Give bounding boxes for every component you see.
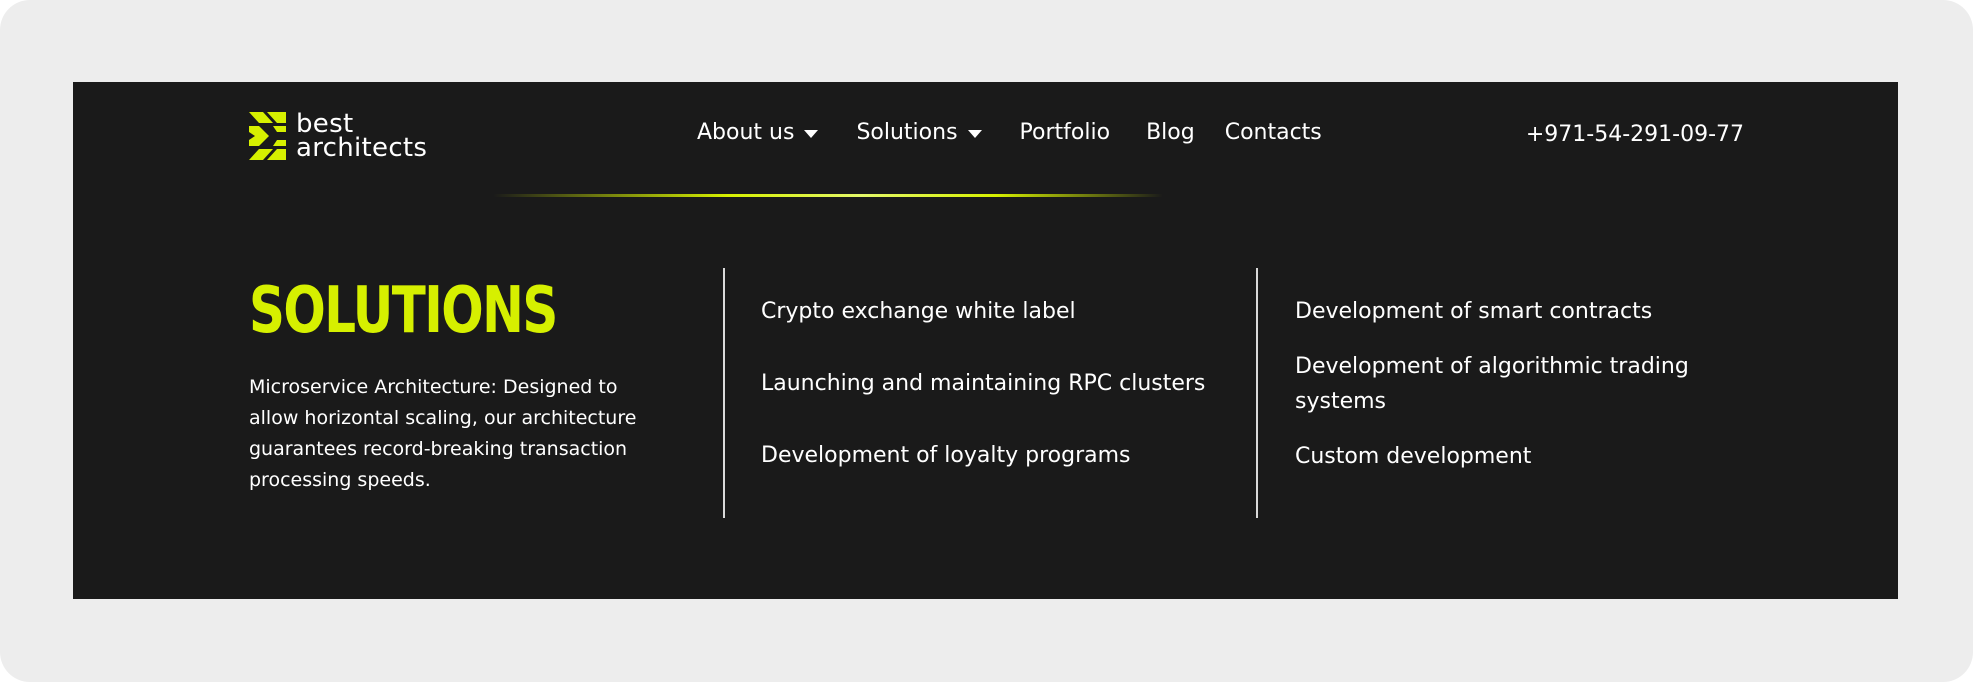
nav-contacts[interactable]: Contacts — [1225, 120, 1322, 145]
nav-blog[interactable]: Blog — [1146, 120, 1195, 145]
menu-link-crypto-exchange[interactable]: Crypto exchange white label — [761, 294, 1231, 329]
nav-portfolio[interactable]: Portfolio — [1020, 120, 1111, 145]
nav-about-us[interactable]: About us — [697, 120, 819, 145]
brand-logo[interactable]: best architects — [249, 111, 428, 163]
solutions-description: Microservice Architecture: Designed to a… — [249, 376, 637, 491]
phone-link[interactable]: +971-54-291-09-77 — [1526, 122, 1744, 147]
nav-contacts-label: Contacts — [1224, 120, 1322, 145]
solutions-column-1: Crypto exchange white label Launching an… — [761, 294, 1231, 510]
nav-portfolio-label: Portfolio — [1019, 120, 1111, 145]
solutions-heading: SOLUTIONS — [249, 274, 558, 348]
mega-menu-panel: best architects About us Solutions Portf… — [73, 82, 1898, 599]
logo-line-2: architects — [296, 133, 428, 163]
nav-solutions-label: Solutions — [856, 120, 958, 145]
menu-link-rpc-clusters[interactable]: Launching and maintaining RPC clusters — [761, 366, 1231, 401]
solutions-column-2: Development of smart contracts Developme… — [1295, 294, 1725, 474]
logo-mark-icon — [249, 112, 286, 160]
active-menu-indicator — [493, 194, 1163, 197]
page-frame: best architects About us Solutions Portf… — [0, 0, 1973, 682]
menu-link-smart-contracts[interactable]: Development of smart contracts — [1295, 294, 1725, 329]
menu-link-algorithmic-trading[interactable]: Development of algorithmic trading syste… — [1295, 349, 1725, 419]
nav-blog-label: Blog — [1146, 120, 1195, 145]
main-nav: About us Solutions Portfolio Blog Contac… — [697, 120, 1322, 145]
column-divider — [723, 268, 725, 518]
nav-solutions[interactable]: Solutions — [856, 120, 982, 145]
logo-text: best architects — [296, 111, 428, 163]
column-divider — [1256, 268, 1258, 518]
nav-about-us-label: About us — [697, 120, 795, 145]
chevron-down-icon — [804, 130, 819, 138]
chevron-down-icon — [967, 130, 982, 138]
menu-link-loyalty-programs[interactable]: Development of loyalty programs — [761, 438, 1231, 473]
menu-link-custom-development[interactable]: Custom development — [1295, 439, 1725, 474]
